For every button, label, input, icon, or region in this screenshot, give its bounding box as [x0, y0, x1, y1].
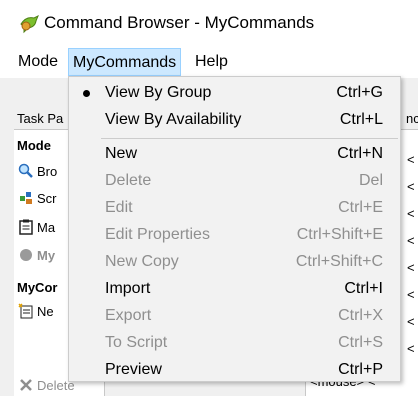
list-row[interactable]: < — [407, 287, 415, 302]
menu-item-label: To Script — [105, 334, 168, 351]
mode-item-label: Ma — [37, 219, 56, 235]
menu-item-shortcut: Ctrl+P — [338, 361, 383, 378]
menu-item-view-by-group[interactable]: View By Group Ctrl+G — [69, 80, 400, 107]
menu-item-label: View By Group — [105, 84, 212, 101]
list-row[interactable]: < — [407, 233, 415, 248]
list-row[interactable]: < — [407, 152, 415, 167]
menu-item-label: Edit — [105, 199, 133, 216]
mode-item-label: Bro — [37, 163, 58, 179]
circle-icon — [18, 247, 34, 263]
menu-item-label: Export — [105, 307, 152, 324]
script-icon — [18, 190, 34, 206]
menu-item-preview[interactable]: Preview Ctrl+P — [69, 357, 400, 384]
menu-item-label: Preview — [105, 361, 162, 378]
title-bar: Command Browser - MyCommands — [0, 0, 418, 46]
mode-item-manage[interactable]: Ma — [18, 216, 55, 238]
menu-separator — [101, 138, 398, 139]
menu-item-delete: Delete Del — [69, 168, 400, 195]
menu-item-to-script: To Script Ctrl+S — [69, 330, 400, 357]
menu-item-edit: Edit Ctrl+E — [69, 195, 400, 222]
menu-bar: Mode MyCommands Help — [0, 48, 418, 76]
mycommands-item-delete: Delete — [18, 374, 75, 396]
menu-item-shortcut: Ctrl+G — [336, 84, 383, 101]
menu-item-shortcut: Ctrl+E — [338, 199, 383, 216]
mode-item-browse[interactable]: Bro — [18, 160, 57, 182]
app-icon — [18, 12, 40, 34]
mycommands-dropdown-menu: View By Group Ctrl+G View By Availabilit… — [68, 76, 401, 382]
menu-item-label: New Copy — [105, 253, 179, 270]
menu-item-export: Export Ctrl+X — [69, 303, 400, 330]
mycommands-item-new[interactable]: Ne — [18, 300, 54, 322]
list-row[interactable]: < — [407, 260, 415, 275]
menu-item-shortcut: Ctrl+N — [337, 145, 383, 162]
radio-bullet-icon — [83, 90, 90, 97]
list-row[interactable]: < — [407, 341, 415, 356]
mode-item-script[interactable]: Scr — [18, 187, 57, 209]
list-row[interactable]: < — [407, 314, 415, 329]
menu-item-label: Import — [105, 280, 151, 297]
menu-item-new-copy: New Copy Ctrl+Shift+C — [69, 249, 400, 276]
clipboard-icon — [18, 219, 34, 235]
new-document-icon — [18, 303, 34, 319]
list-row[interactable]: < — [407, 179, 415, 194]
menu-item-new[interactable]: New Ctrl+N — [69, 141, 400, 168]
mode-section-title: Mode — [17, 138, 51, 153]
menu-item-label: Edit Properties — [105, 226, 210, 243]
window-title: Command Browser - MyCommands — [44, 13, 315, 32]
mode-item-label: My — [37, 247, 56, 263]
list-row[interactable]: < — [407, 206, 415, 221]
menu-item-shortcut: Del — [358, 172, 383, 189]
menu-mycommands[interactable]: MyCommands — [68, 48, 182, 76]
menu-item-import[interactable]: Import Ctrl+I — [69, 276, 400, 303]
menu-help[interactable]: Help — [191, 48, 232, 76]
menu-item-shortcut: Ctrl+Shift+C — [295, 253, 383, 270]
menu-item-shortcut: Ctrl+I — [344, 280, 383, 297]
menu-item-shortcut: Ctrl+Shift+E — [296, 226, 383, 243]
mycommands-section-title: MyCor — [17, 280, 58, 295]
menu-item-edit-properties: Edit Properties Ctrl+Shift+E — [69, 222, 400, 249]
menu-mode[interactable]: Mode — [14, 48, 62, 76]
menu-item-label: New — [105, 145, 138, 162]
magnifier-icon — [18, 163, 34, 179]
menu-item-shortcut: Ctrl+S — [338, 334, 383, 351]
menu-item-label: View By Availability — [105, 111, 242, 128]
mode-item-mycommands: My — [18, 244, 55, 266]
menu-item-shortcut: Ctrl+X — [338, 307, 383, 324]
menu-item-view-by-availability[interactable]: View By Availability Ctrl+L — [69, 107, 400, 134]
mode-item-label: Scr — [37, 190, 57, 206]
mycommands-item-label: Ne — [37, 303, 54, 319]
delete-x-icon — [18, 377, 34, 393]
menu-item-shortcut: Ctrl+L — [339, 111, 383, 128]
menu-item-label: Delete — [105, 172, 152, 189]
